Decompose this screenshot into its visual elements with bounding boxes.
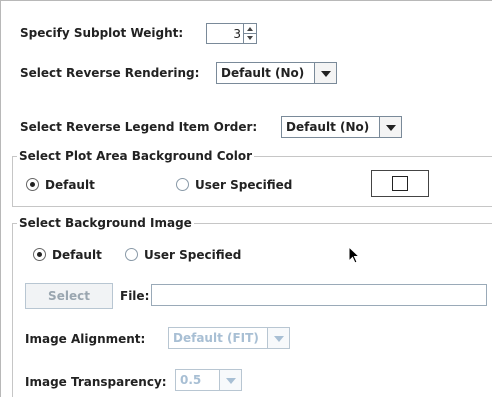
subplot-weight-value: 3 <box>233 27 241 41</box>
image-transparency-label: Image Transparency: <box>25 375 167 389</box>
bg-image-user-radio[interactable] <box>125 248 138 261</box>
reverse-rendering-label: Select Reverse Rendering: <box>20 66 200 80</box>
radio-selected-dot <box>37 252 42 257</box>
file-path-input[interactable] <box>151 284 487 306</box>
bg-image-default-label[interactable]: Default <box>52 247 102 263</box>
spinner-up-icon[interactable] <box>247 27 253 31</box>
spinner-down-icon[interactable] <box>247 36 253 40</box>
reverse-legend-dropdown-button[interactable] <box>379 117 401 137</box>
bg-image-group-border-left <box>12 223 13 397</box>
mouse-cursor-icon <box>348 246 361 264</box>
panel-left-border <box>0 0 1 397</box>
reverse-rendering-value: Default (No) <box>221 66 305 80</box>
radio-selected-dot <box>30 182 35 187</box>
plot-bg-group-border-left <box>12 156 13 206</box>
plot-bg-default-label[interactable]: Default <box>45 177 95 193</box>
image-alignment-label: Image Alignment: <box>25 332 146 346</box>
reverse-rendering-dropdown-button[interactable] <box>314 63 336 83</box>
file-label: File: <box>120 289 150 303</box>
select-image-button[interactable]: Select <box>25 283 113 309</box>
plot-bg-user-radio[interactable] <box>176 178 189 191</box>
plot-bg-group-title: Select Plot Area Background Color <box>17 148 255 164</box>
spinner-divider <box>244 33 256 34</box>
reverse-legend-label: Select Reverse Legend Item Order: <box>20 120 258 134</box>
panel-top-border <box>0 0 492 1</box>
chevron-down-icon <box>321 71 331 77</box>
color-swatch-box <box>392 176 408 191</box>
chevron-down-icon <box>386 125 396 131</box>
image-alignment-dropdown[interactable]: Default (FIT) <box>168 327 290 349</box>
image-transparency-value: 0.5 <box>180 373 202 387</box>
chevron-down-icon <box>226 378 236 384</box>
chevron-down-icon <box>274 336 284 342</box>
image-transparency-dropdown-button[interactable] <box>219 370 241 390</box>
image-alignment-value: Default (FIT) <box>173 331 259 345</box>
subplot-weight-spinner[interactable]: 3 <box>206 23 257 44</box>
bg-image-user-label[interactable]: User Specified <box>144 247 241 263</box>
plot-bg-user-label[interactable]: User Specified <box>195 177 292 193</box>
subplot-weight-label: Specify Subplot Weight: <box>20 26 184 40</box>
reverse-legend-dropdown[interactable]: Default (No) <box>281 116 402 138</box>
reverse-rendering-dropdown[interactable]: Default (No) <box>216 62 337 84</box>
spinner-arrows[interactable] <box>243 24 256 43</box>
reverse-legend-value: Default (No) <box>286 120 370 134</box>
plot-bg-color-swatch-button[interactable] <box>371 170 429 197</box>
image-transparency-dropdown[interactable]: 0.5 <box>175 369 242 391</box>
image-alignment-dropdown-button[interactable] <box>267 328 289 348</box>
plot-bg-default-radio[interactable] <box>26 178 39 191</box>
bg-image-group-title: Select Background Image <box>17 215 194 231</box>
plot-bg-group-border-bottom <box>12 206 492 207</box>
bg-image-default-radio[interactable] <box>33 248 46 261</box>
